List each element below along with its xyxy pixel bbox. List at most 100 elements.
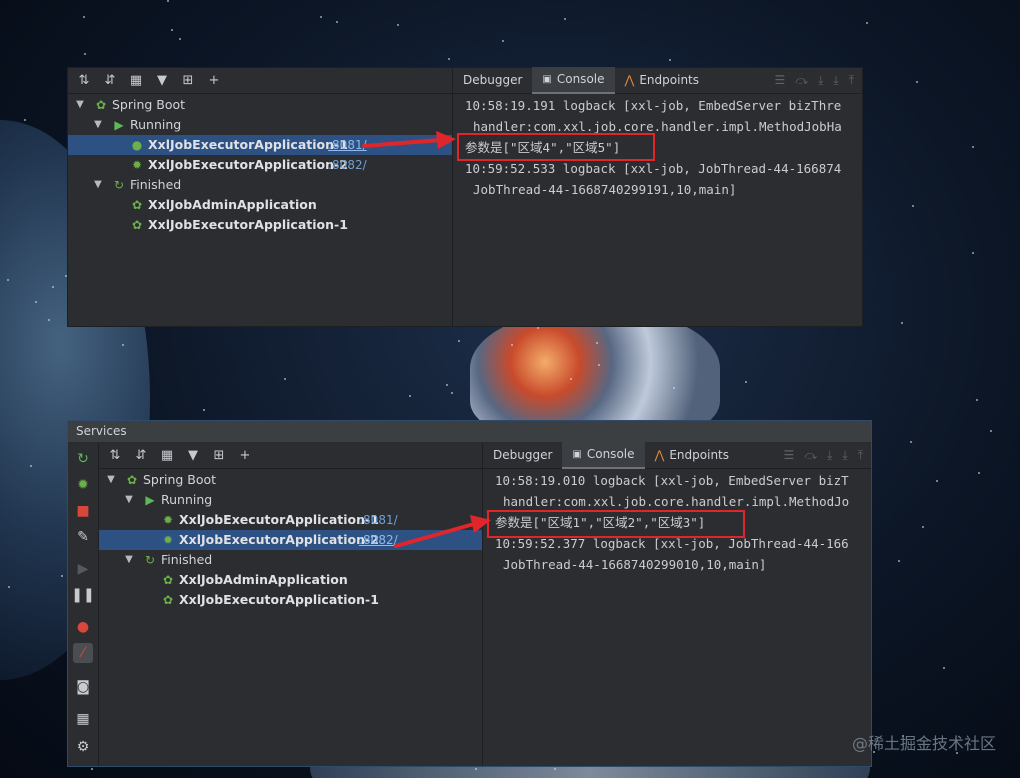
- stop-icon[interactable]: ■: [73, 501, 93, 521]
- add-icon[interactable]: +: [206, 73, 222, 89]
- expand-all-icon[interactable]: ⇅: [76, 73, 92, 89]
- tab-console[interactable]: ▣ Console: [532, 67, 615, 94]
- endpoints-icon: ⋀: [624, 73, 635, 87]
- star-dot: [972, 146, 974, 148]
- step-out-icon[interactable]: ⤒: [849, 73, 854, 88]
- tree-node-executor-2[interactable]: ✹ XxlJobExecutorApplication-2 :8082/: [68, 155, 452, 175]
- tree-toolbar: ⇅ ⇵ ▦ ▼ ⊞ +: [68, 68, 452, 94]
- breakpoints-icon[interactable]: ●: [73, 617, 93, 637]
- star-dot: [978, 472, 980, 474]
- new-tab-icon[interactable]: ⊞: [180, 73, 196, 89]
- add-icon[interactable]: +: [237, 448, 253, 464]
- chevron-down-icon[interactable]: ▼: [123, 550, 135, 570]
- star-dot: [336, 21, 338, 23]
- star-dot: [916, 81, 918, 83]
- group-icon[interactable]: ▦: [159, 448, 175, 464]
- rerun-icon: ↻: [144, 553, 156, 567]
- star-dot: [922, 526, 924, 528]
- collapse-all-icon[interactable]: ⇵: [102, 73, 118, 89]
- console-tabs: Debugger ▣ Console ⋀ Endpoints ☰ ⤼ ⤓ ⤓ ⤒: [483, 442, 871, 469]
- tree-node-finished[interactable]: ▼ ↻ Finished: [68, 175, 452, 195]
- tree-node-label: Finished: [130, 177, 182, 192]
- tree-node-admin[interactable]: ✿ XxlJobAdminApplication: [99, 570, 482, 590]
- star-dot: [866, 22, 868, 24]
- step-into-icon[interactable]: ⤓: [827, 448, 832, 463]
- console-line: JobThread-44-1668740299010,10,main]: [503, 557, 767, 572]
- rerun-icon[interactable]: ↻: [73, 449, 93, 469]
- tree-node-executor-1-finished[interactable]: ✿ XxlJobExecutorApplication-1: [68, 215, 452, 235]
- console-line: JobThread-44-1668740299191,10,main]: [473, 182, 737, 197]
- tab-console[interactable]: ▣ Console: [562, 442, 645, 469]
- star-dot: [24, 119, 26, 121]
- services-title-bar: Services: [68, 421, 871, 443]
- tree-node-spring-boot[interactable]: ▼ ✿ Spring Boot: [99, 470, 482, 490]
- debug-icon[interactable]: ✹: [73, 475, 93, 495]
- services-panel-bottom: Services ↻ ✹ ■ ✎ ▶ ❚❚ ● ⁄ ◙ ▦ ⚙ ⇅ ⇵ ▦ ▼ …: [67, 420, 872, 767]
- camera-icon[interactable]: ◙: [73, 677, 93, 697]
- star-dot: [912, 205, 914, 207]
- spring-boot-icon: ✿: [95, 98, 107, 112]
- pause-icon[interactable]: ❚❚: [71, 585, 94, 605]
- force-step-into-icon[interactable]: ⤓: [842, 448, 847, 463]
- debug-icon: ✹: [131, 158, 143, 172]
- tab-debugger[interactable]: Debugger: [483, 443, 562, 468]
- console-output: 10:58:19.191 logback [xxl-job, EmbedServ…: [453, 94, 862, 326]
- tree-node-executor-1-finished[interactable]: ✿ XxlJobExecutorApplication-1: [99, 590, 482, 610]
- chevron-down-icon[interactable]: ▼: [92, 175, 104, 195]
- mute-breakpoints-icon[interactable]: ⁄: [73, 643, 93, 663]
- layout-icon[interactable]: ▦: [73, 709, 93, 729]
- filter-icon[interactable]: ▼: [185, 448, 201, 464]
- chevron-down-icon[interactable]: ▼: [105, 470, 117, 490]
- star-dot: [397, 24, 399, 26]
- tree-node-admin[interactable]: ✿ XxlJobAdminApplication: [68, 195, 452, 215]
- new-tab-icon[interactable]: ⊞: [211, 448, 227, 464]
- step-over-icon[interactable]: ⤼: [804, 448, 817, 463]
- step-out-icon[interactable]: ⤒: [858, 448, 863, 463]
- tree-node-label: XxlJobExecutorApplication-1: [179, 592, 379, 607]
- chevron-down-icon[interactable]: ▼: [123, 490, 135, 510]
- star-dot: [451, 392, 453, 394]
- rerun-icon: ↻: [113, 178, 125, 192]
- spring-app-icon: ✿: [162, 573, 174, 587]
- watermark: @稀土掘金技术社区: [851, 734, 996, 753]
- star-dot: [990, 430, 992, 432]
- star-dot: [598, 364, 600, 366]
- services-tree-pane: ⇅ ⇵ ▦ ▼ ⊞ + ▼ ✿ Spring Boot ▼ ▶ Running …: [68, 68, 453, 326]
- star-dot: [91, 768, 93, 770]
- step-over-icon[interactable]: ⤼: [795, 73, 808, 88]
- tree-node-running[interactable]: ▼ ▶ Running: [99, 490, 482, 510]
- star-dot: [554, 768, 556, 770]
- star-dot: [52, 286, 54, 288]
- tab-debugger[interactable]: Debugger: [453, 68, 532, 93]
- wrench-icon[interactable]: ✎: [73, 527, 93, 547]
- filter-icon[interactable]: ▼: [154, 73, 170, 89]
- tab-endpoints[interactable]: ⋀ Endpoints: [615, 68, 710, 93]
- console-icon: ▣: [572, 449, 582, 460]
- debug-running-icon: ●: [131, 138, 143, 152]
- tree-node-spring-boot[interactable]: ▼ ✿ Spring Boot: [68, 95, 452, 115]
- star-dot: [48, 319, 50, 321]
- star-dot: [936, 480, 938, 482]
- chevron-down-icon[interactable]: ▼: [92, 115, 104, 135]
- menu-icon[interactable]: ☰: [783, 448, 794, 463]
- star-dot: [35, 301, 37, 303]
- collapse-all-icon[interactable]: ⇵: [133, 448, 149, 464]
- star-dot: [972, 252, 974, 254]
- expand-all-icon[interactable]: ⇅: [107, 448, 123, 464]
- group-icon[interactable]: ▦: [128, 73, 144, 89]
- port-link[interactable]: :8082/: [328, 155, 367, 175]
- force-step-into-icon[interactable]: ⤓: [833, 73, 838, 88]
- console-pane: Debugger ▣ Console ⋀ Endpoints ☰ ⤼ ⤓ ⤓ ⤒ 1…: [483, 442, 871, 766]
- star-dot: [976, 399, 978, 401]
- star-dot: [284, 378, 286, 380]
- resume-icon[interactable]: ▶: [73, 559, 93, 579]
- tree-node-label: XxlJobAdminApplication: [179, 572, 348, 587]
- settings-icon[interactable]: ⚙: [73, 737, 93, 757]
- step-into-icon[interactable]: ⤓: [818, 73, 823, 88]
- star-dot: [122, 344, 124, 346]
- star-dot: [511, 344, 513, 346]
- tab-label: Debugger: [493, 448, 553, 462]
- chevron-down-icon[interactable]: ▼: [74, 95, 86, 115]
- menu-icon[interactable]: ☰: [774, 73, 785, 88]
- tab-endpoints[interactable]: ⋀ Endpoints: [645, 443, 740, 468]
